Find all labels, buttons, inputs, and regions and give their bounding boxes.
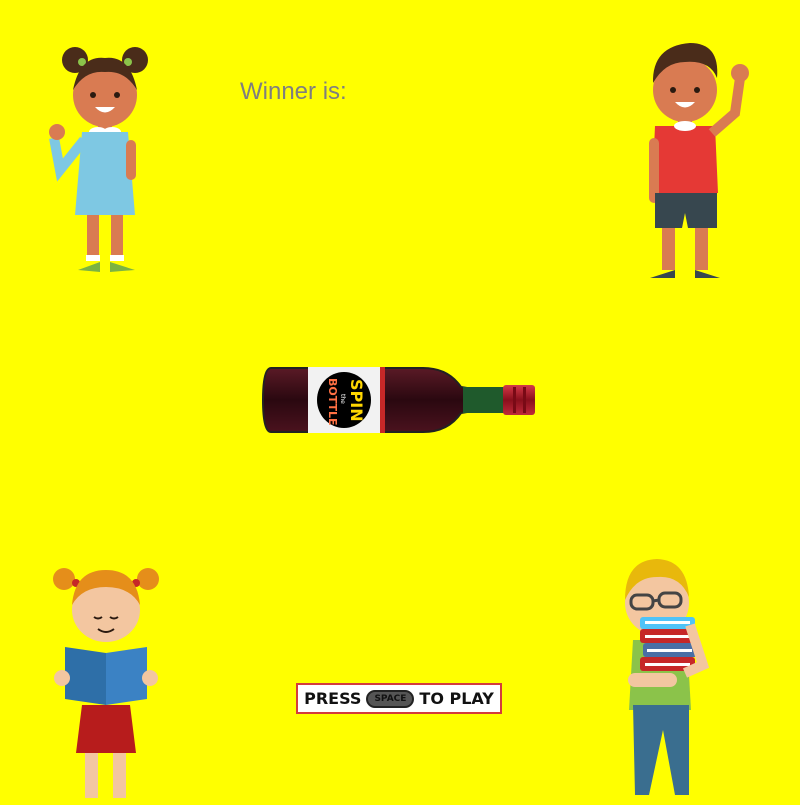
player-girl-waving-icon <box>49 47 148 272</box>
player-girl-reading-icon <box>53 568 159 798</box>
bottle-label-the: the <box>339 394 346 404</box>
press-space-to-play-button[interactable]: PRESS SPACE TO PLAY <box>296 683 502 714</box>
bottle-label-spin: SPIN <box>347 379 366 422</box>
winner-label: Winner is: <box>240 78 347 105</box>
bottle-icon[interactable]: SPIN the BOTTLE <box>261 365 538 435</box>
space-key-icon: SPACE <box>366 689 415 708</box>
press-text: PRESS <box>304 689 362 708</box>
player-boy-waving-icon <box>649 43 749 278</box>
player-boy-with-books-icon <box>625 559 710 795</box>
to-play-text: TO PLAY <box>419 689 494 708</box>
bottle-label-bottle: BOTTLE <box>326 378 339 426</box>
